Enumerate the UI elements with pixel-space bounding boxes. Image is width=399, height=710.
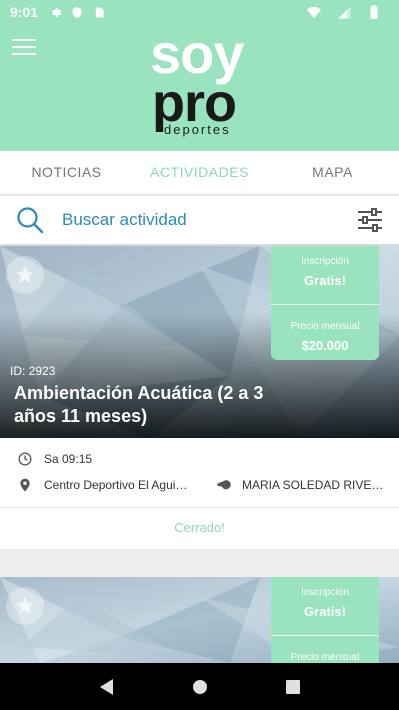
app-header: soy pro deportes: [0, 24, 399, 151]
status-bar: 9:01: [0, 0, 399, 24]
price-divider: [271, 304, 379, 305]
price-divider: [271, 635, 379, 636]
location-text: Centro Deportivo El Aguilucho: [44, 478, 190, 492]
inscription-value: Gratis!: [304, 604, 346, 619]
search-bar: [0, 196, 399, 244]
battery-icon: [367, 5, 381, 19]
menu-button[interactable]: [12, 39, 36, 59]
monthly-price-value: $20.000: [301, 338, 349, 353]
recents-button[interactable]: [283, 677, 303, 697]
app-screen: 9:01 soy pro deportes NOTICIAS ACTIVIDAD…: [0, 0, 399, 710]
location-row: Centro Deportivo El Aguilucho MARIA SOLE…: [0, 476, 399, 494]
location-pin-icon: [18, 478, 32, 492]
star-icon: [15, 265, 35, 284]
system-nav-bar: [0, 663, 399, 710]
favorite-button[interactable]: [6, 587, 44, 625]
clock-icon: [18, 452, 32, 466]
favorite-button[interactable]: [6, 256, 44, 294]
tab-bar: NOTICIAS ACTIVIDADES MAPA: [0, 151, 399, 195]
price-box: Inscripción Gratis! Precio mensual $20.0…: [271, 246, 379, 360]
back-button[interactable]: [97, 677, 117, 697]
enrollment-status[interactable]: Cerrado!: [0, 508, 399, 548]
price-box: Inscripción Gratis! Precio mensual: [271, 577, 379, 663]
schedule-row: Sa 09:15: [0, 450, 399, 468]
inscription-label: Inscripción: [301, 587, 349, 598]
activity-card[interactable]: Inscripción Gratis! Precio mensual: [0, 577, 399, 663]
hamburger-icon: [12, 39, 36, 41]
tab-noticias[interactable]: NOTICIAS: [0, 151, 133, 194]
inscription-label: Inscripción: [301, 256, 349, 267]
shield-icon: [70, 5, 84, 19]
star-icon: [15, 596, 35, 615]
home-circle-icon: [192, 679, 207, 694]
whistle-icon: [216, 478, 231, 492]
schedule-text: Sa 09:15: [44, 452, 93, 466]
wifi-icon: [307, 5, 321, 19]
home-button[interactable]: [190, 677, 210, 697]
recents-square-icon: [285, 679, 300, 694]
tab-mapa[interactable]: MAPA: [266, 151, 399, 194]
inscription-value: Gratis!: [304, 273, 346, 288]
signal-icon: [337, 5, 351, 19]
instructor-text: MARIA SOLEDAD RIVERA MARTINEZ: [242, 478, 387, 492]
sd-card-icon: [92, 5, 106, 19]
back-triangle-icon: [99, 678, 113, 695]
filter-button[interactable]: [357, 208, 383, 232]
monthly-price-label: Precio mensual: [290, 652, 360, 663]
tab-actividades[interactable]: ACTIVIDADES: [133, 151, 266, 194]
activity-id: ID: 2923: [10, 364, 56, 378]
status-time: 9:01: [10, 4, 39, 20]
app-logo: soy pro deportes: [150, 26, 260, 140]
logo-deportes: deportes: [164, 122, 231, 137]
monthly-price-label: Precio mensual: [290, 321, 360, 332]
activity-title: Ambientación Acuática (2 a 3 años 11 mes…: [14, 383, 264, 426]
search-icon[interactable]: [16, 206, 44, 234]
activity-card[interactable]: Inscripción Gratis! Precio mensual $20.0…: [0, 246, 399, 549]
search-input[interactable]: [62, 210, 332, 230]
settings-icon: [48, 5, 62, 19]
filter-sliders-icon: [358, 208, 382, 232]
